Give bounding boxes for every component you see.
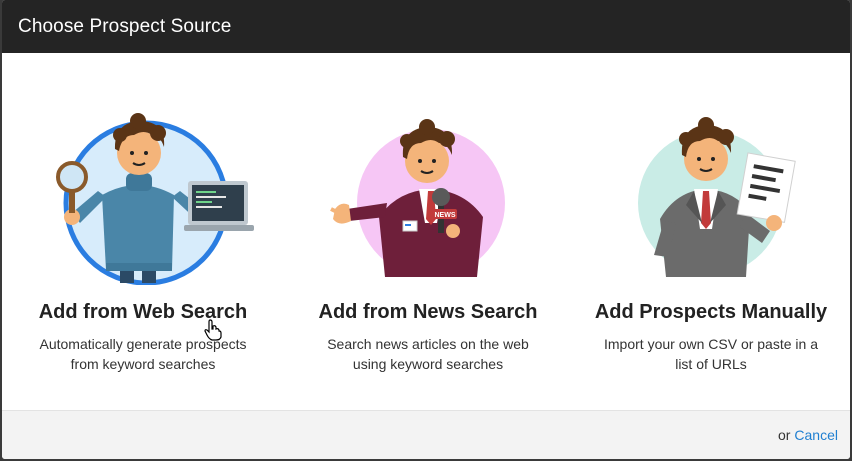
option-description: Import your own CSV or paste in a list o… [604,336,818,372]
option-title: Add from Web Search [38,301,248,323]
option-description: Search news articles on the web using ke… [327,336,529,372]
modal-footer: or Cancel [2,410,850,459]
option-add-manually[interactable]: Add Prospects Manually Import your own C… [570,53,850,410]
option-title: Add Prospects Manually [594,301,828,323]
or-text: or [777,427,791,443]
modal-header: Choose Prospect Source [2,0,850,53]
prospect-source-options: Add from Web Search Automatically genera… [2,53,850,410]
hand-cursor-icon [204,319,222,341]
news-reporter-illustration: NEWS [287,105,569,285]
option-title: Add from News Search [318,301,538,323]
manual-document-person-illustration [570,105,850,285]
cancel-link[interactable]: Cancel [794,427,838,443]
web-search-person-illustration [2,105,284,285]
modal-title: Choose Prospect Source [18,15,232,37]
option-web-search[interactable]: Add from Web Search Automatically genera… [2,53,284,410]
option-news-search[interactable]: NEWS Add from News Search Search news ar… [287,53,569,410]
news-badge-text: NEWS [435,212,456,219]
choose-prospect-source-modal: Choose Prospect Source Add from Web Sear… [2,0,850,459]
